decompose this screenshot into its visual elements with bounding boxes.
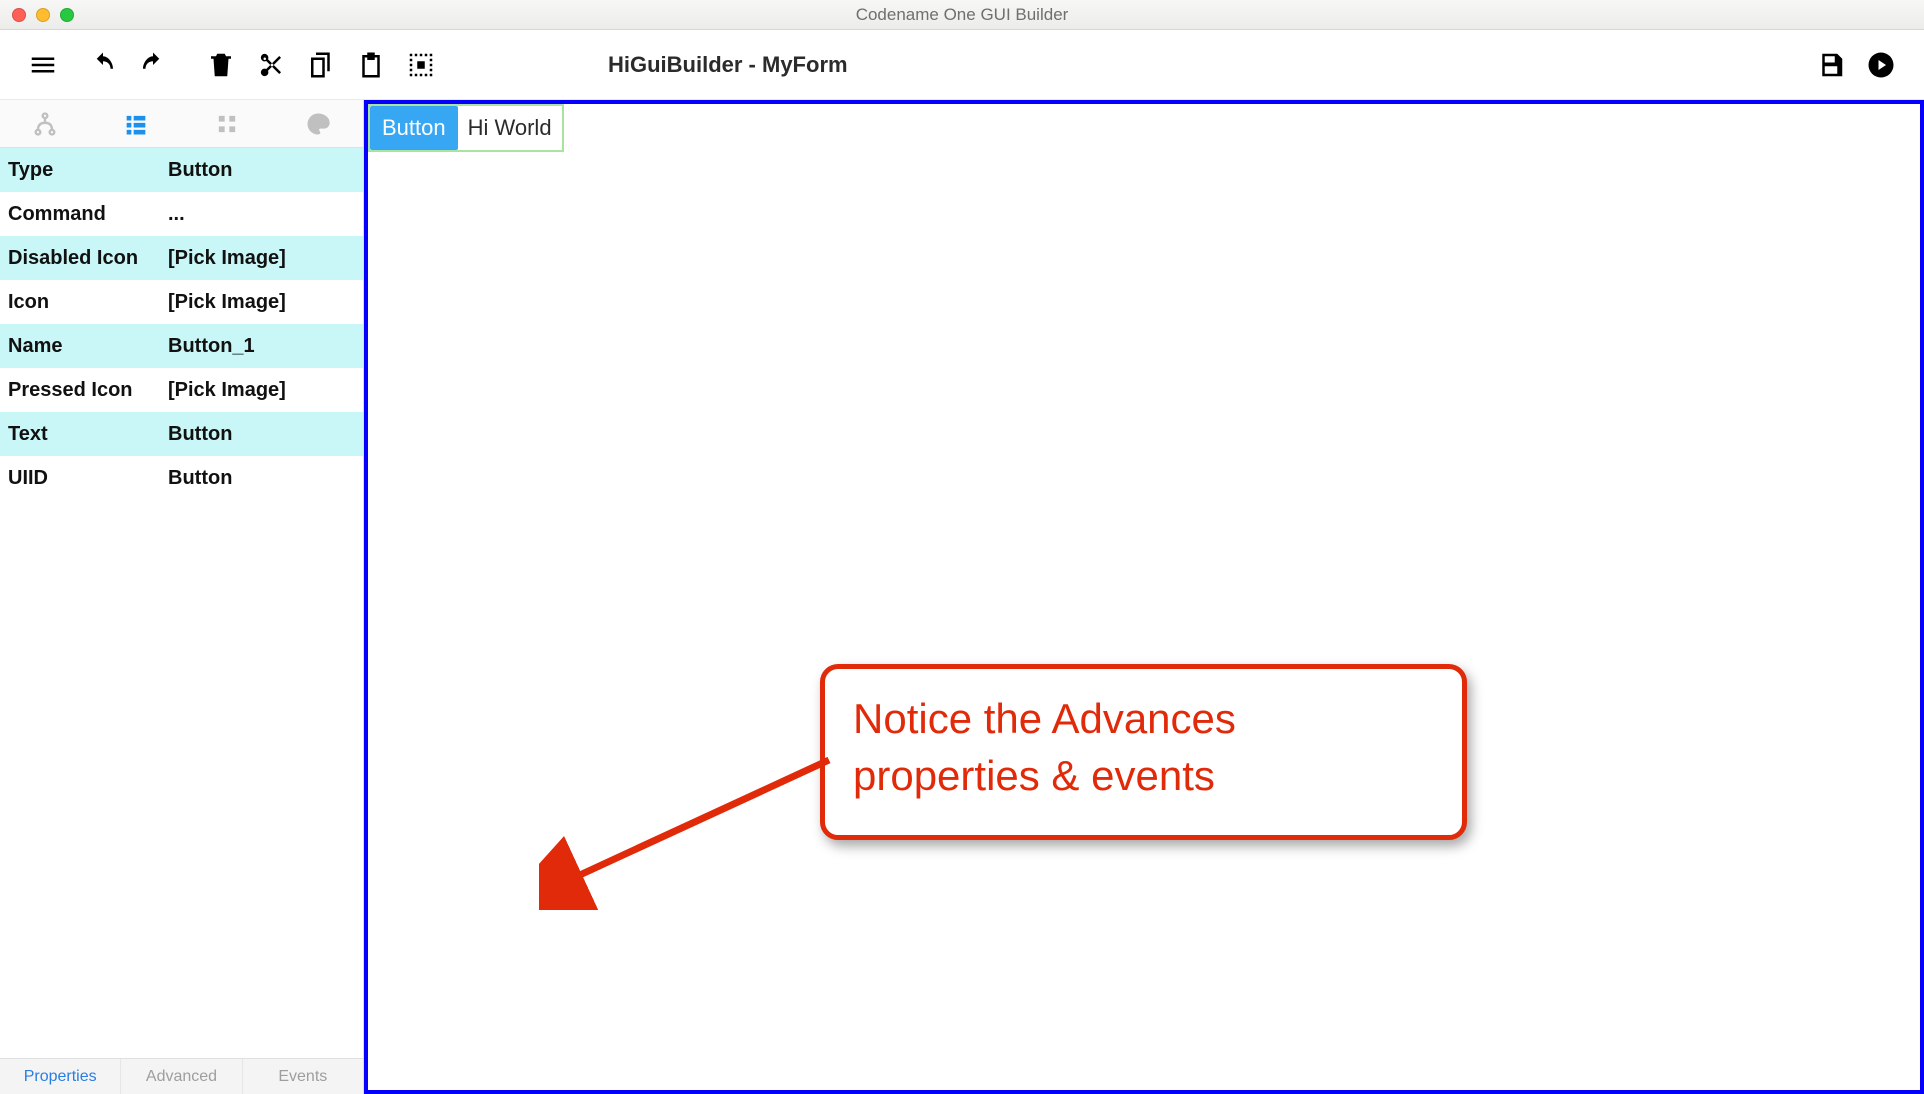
tree-icon — [31, 110, 59, 138]
annotation-text: Notice the Advances properties & events — [853, 695, 1236, 799]
property-row[interactable]: TypeButton — [0, 148, 363, 192]
sidebar-tab-list[interactable] — [91, 100, 182, 147]
property-row[interactable]: Command... — [0, 192, 363, 236]
property-row[interactable]: NameButton_1 — [0, 324, 363, 368]
run-button[interactable] — [1856, 40, 1906, 90]
save-icon — [1816, 50, 1846, 80]
property-value[interactable]: [Pick Image] — [168, 247, 355, 270]
property-row[interactable]: Icon[Pick Image] — [0, 280, 363, 324]
property-list: TypeButton Command... Disabled Icon[Pick… — [0, 148, 363, 1058]
design-canvas[interactable]: Button Hi World Notice the Advances prop… — [364, 100, 1924, 1094]
property-key: Text — [8, 423, 168, 446]
toolbar: HiGuiBuilder - MyForm — [0, 30, 1924, 100]
sidebar-tab-palette[interactable] — [272, 100, 363, 147]
form-title-label: HiGuiBuilder - MyForm — [608, 52, 848, 78]
paste-button[interactable] — [346, 40, 396, 90]
marquee-icon — [406, 50, 436, 80]
property-key: Command — [8, 203, 168, 226]
property-key: Type — [8, 159, 168, 182]
clipboard-icon — [356, 50, 386, 80]
play-circle-icon — [1866, 50, 1896, 80]
minimize-icon[interactable] — [36, 8, 50, 22]
property-key: UIID — [8, 467, 168, 490]
tab-events[interactable]: Events — [243, 1059, 363, 1094]
trash-icon — [206, 50, 236, 80]
property-value[interactable]: ... — [168, 203, 355, 226]
property-value[interactable]: [Pick Image] — [168, 291, 355, 314]
window-title: Codename One GUI Builder — [856, 5, 1069, 25]
hamburger-icon — [28, 50, 58, 80]
title-bar: Codename One GUI Builder — [0, 0, 1924, 30]
property-key: Pressed Icon — [8, 379, 168, 402]
cut-button[interactable] — [246, 40, 296, 90]
property-row[interactable]: TextButton — [0, 412, 363, 456]
maximize-icon[interactable] — [60, 8, 74, 22]
sidebar-top-tabs — [0, 100, 363, 148]
sidebar: TypeButton Command... Disabled Icon[Pick… — [0, 100, 364, 1094]
property-value[interactable]: [Pick Image] — [168, 379, 355, 402]
property-value[interactable]: Button — [168, 423, 355, 446]
grid-icon — [213, 110, 241, 138]
save-button[interactable] — [1806, 40, 1856, 90]
copy-button[interactable] — [296, 40, 346, 90]
property-row[interactable]: UIIDButton — [0, 456, 363, 500]
palette-icon — [304, 110, 332, 138]
list-icon — [122, 110, 150, 138]
redo-icon — [138, 50, 168, 80]
undo-button[interactable] — [78, 40, 128, 90]
menu-button[interactable] — [18, 40, 68, 90]
delete-button[interactable] — [196, 40, 246, 90]
property-row[interactable]: Pressed Icon[Pick Image] — [0, 368, 363, 412]
redo-button[interactable] — [128, 40, 178, 90]
close-icon[interactable] — [12, 8, 26, 22]
tab-properties[interactable]: Properties — [0, 1059, 121, 1094]
property-key: Icon — [8, 291, 168, 314]
select-all-button[interactable] — [396, 40, 446, 90]
copy-icon — [306, 50, 336, 80]
selected-component-wrap[interactable]: Button Hi World — [368, 104, 564, 152]
form[interactable]: Button Hi World — [364, 100, 1924, 1094]
undo-icon — [88, 50, 118, 80]
scissors-icon — [256, 50, 286, 80]
property-value[interactable]: Button_1 — [168, 335, 355, 358]
sidebar-tab-tree[interactable] — [0, 100, 91, 147]
annotation-callout: Notice the Advances properties & events — [820, 664, 1467, 840]
button-component[interactable]: Button — [370, 106, 458, 150]
sidebar-tab-grid[interactable] — [182, 100, 273, 147]
sidebar-bottom-tabs: Properties Advanced Events — [0, 1058, 363, 1094]
property-key: Name — [8, 335, 168, 358]
property-value[interactable]: Button — [168, 467, 355, 490]
label-component[interactable]: Hi World — [458, 106, 562, 150]
property-key: Disabled Icon — [8, 247, 168, 270]
traffic-lights — [0, 8, 74, 22]
property-value[interactable]: Button — [168, 159, 355, 182]
property-row[interactable]: Disabled Icon[Pick Image] — [0, 236, 363, 280]
tab-advanced[interactable]: Advanced — [121, 1059, 242, 1094]
